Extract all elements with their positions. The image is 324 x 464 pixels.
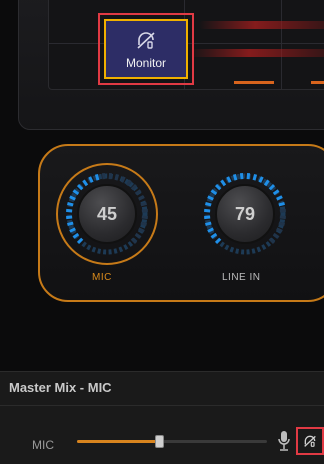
knob-tick bbox=[220, 179, 227, 187]
knob-tick bbox=[239, 173, 244, 180]
monitor-headphone-icon bbox=[304, 435, 316, 447]
knob-tick bbox=[278, 221, 285, 227]
master-mix-title: Master Mix - MIC bbox=[9, 380, 112, 395]
knob-tick bbox=[66, 215, 73, 220]
signal-streak bbox=[199, 21, 324, 29]
knob-tick bbox=[94, 174, 100, 181]
microphone-icon[interactable] bbox=[276, 430, 292, 452]
level-strip bbox=[234, 81, 274, 84]
knob-tick bbox=[82, 179, 89, 187]
knob-tick bbox=[272, 232, 280, 239]
line-in-knob-label: LINE IN bbox=[222, 272, 261, 283]
knob-tick bbox=[141, 208, 148, 213]
monitor-button[interactable]: Monitor bbox=[104, 19, 188, 79]
knob-tick bbox=[204, 215, 211, 220]
knob-tick bbox=[66, 208, 73, 213]
knob-tick bbox=[141, 215, 148, 220]
knob-tick bbox=[76, 237, 84, 245]
mic-knob-label: MIC bbox=[92, 272, 112, 283]
knob-tick bbox=[252, 174, 258, 181]
monitor-headphone-icon bbox=[137, 32, 155, 49]
monitor-toggle-button[interactable] bbox=[296, 427, 324, 455]
knob-tick bbox=[140, 221, 147, 227]
knob-tick bbox=[205, 221, 212, 227]
knob-tick bbox=[246, 173, 251, 180]
level-strip bbox=[311, 81, 324, 84]
knob-tick bbox=[279, 208, 286, 213]
knob-tick bbox=[140, 201, 147, 207]
mic-knob[interactable]: 45 bbox=[55, 162, 159, 266]
knob-tick bbox=[134, 232, 142, 239]
knob-tick bbox=[204, 208, 211, 213]
grid-line bbox=[281, 0, 282, 89]
knob-tick bbox=[67, 221, 74, 227]
signal-streak bbox=[189, 49, 324, 57]
slider-fill bbox=[77, 440, 159, 443]
knob-tick bbox=[114, 174, 120, 181]
knob-tick bbox=[278, 201, 285, 207]
mic-level-slider[interactable] bbox=[77, 435, 267, 448]
line-in-knob-value: 79 bbox=[215, 184, 275, 244]
master-mix-panel: Master Mix - MIC MIC bbox=[0, 371, 324, 464]
knob-tick bbox=[279, 215, 286, 220]
mic-knob-value: 45 bbox=[77, 184, 137, 244]
slider-thumb[interactable] bbox=[154, 435, 164, 448]
knob-tick bbox=[108, 173, 113, 180]
input-knob-strip: 45 MIC 79 LINE IN bbox=[38, 144, 324, 302]
knob-tick bbox=[67, 201, 74, 207]
knob-tick bbox=[205, 201, 212, 207]
knob-tick bbox=[232, 174, 238, 181]
divider bbox=[0, 405, 324, 406]
monitor-label: Monitor bbox=[125, 56, 166, 70]
monitor-button-highlight: Monitor bbox=[98, 13, 194, 85]
knob-tick bbox=[214, 237, 222, 245]
knob-tick bbox=[101, 173, 106, 180]
mic-channel-label: MIC bbox=[32, 438, 54, 452]
line-in-knob[interactable]: 79 bbox=[193, 162, 297, 266]
